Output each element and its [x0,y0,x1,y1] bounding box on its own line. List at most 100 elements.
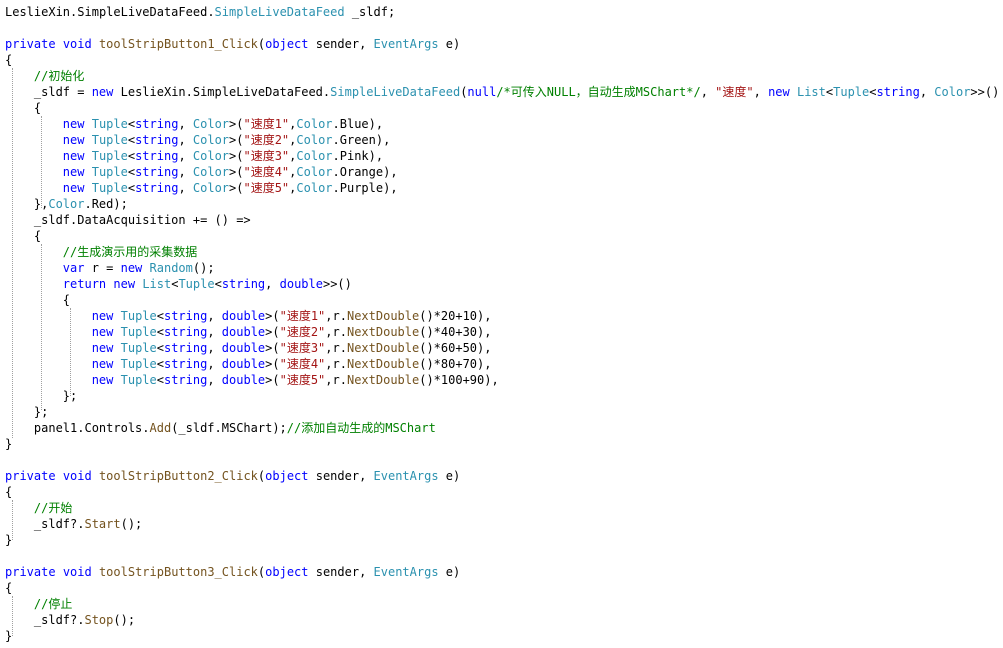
code-token: new [120,261,143,275]
code-token: ()*100+90), [419,373,499,387]
code-line[interactable]: private void toolStripButton2_Click(obje… [5,468,999,484]
code-token: { [5,101,42,115]
code-line[interactable]: new Tuple<string, Color>("速度5",Color.Pur… [5,180,999,196]
code-line[interactable]: new Tuple<string, double>("速度5",r.NextDo… [5,372,999,388]
code-token: >>() [970,85,1000,99]
code-token: new [62,165,85,179]
code-token: < [214,277,222,291]
code-line[interactable]: //初始化 [5,68,999,84]
code-token: Color [296,117,333,131]
code-line[interactable]: new Tuple<string, Color>("速度3",Color.Pin… [5,148,999,164]
code-token: >( [229,149,244,163]
code-line[interactable]: }; [5,388,999,404]
code-token: "速度5" [279,373,326,387]
code-line[interactable]: }; [5,404,999,420]
code-line[interactable] [5,452,999,468]
code-token: string [135,181,179,195]
code-line[interactable]: { [5,580,999,596]
code-line[interactable]: },Color.Red); [5,196,999,212]
code-line[interactable]: //生成演示用的采集数据 [5,244,999,260]
code-line[interactable]: _sldf?.Start(); [5,516,999,532]
code-line[interactable]: { [5,100,999,116]
code-token: e) [438,469,461,483]
code-token: Start [84,517,121,531]
code-token: , [178,149,193,163]
code-line[interactable]: { [5,52,999,68]
code-line[interactable]: //开始 [5,500,999,516]
code-line[interactable]: _sldf = new LeslieXin.SimpleLiveDataFeed… [5,84,999,100]
code-line[interactable]: } [5,436,999,452]
code-line[interactable]: LeslieXin.SimpleLiveDataFeed.SimpleLiveD… [5,4,999,20]
code-token: NextDouble [346,373,420,387]
code-line[interactable]: new Tuple<string, Color>("速度4",Color.Ora… [5,164,999,180]
code-token: Color [192,117,230,131]
code-token: Tuple [91,181,128,195]
code-line[interactable]: } [5,532,999,548]
code-token: .Orange), [332,165,398,179]
code-token: (_sldf.MSChart); [171,421,287,435]
code-token: < [127,133,136,147]
code-line[interactable]: new Tuple<string, double>("速度1",r.NextDo… [5,308,999,324]
code-line[interactable]: return new List<Tuple<string, double>>() [5,276,999,292]
code-line[interactable]: { [5,292,999,308]
code-line[interactable]: var r = new Random(); [5,260,999,276]
code-token: string [163,309,208,323]
code-line[interactable]: _sldf.DataAcquisition += () => [5,212,999,228]
code-token: Random [149,261,193,275]
code-token: >>() [322,277,352,291]
code-line[interactable]: new Tuple<string, double>("速度2",r.NextDo… [5,324,999,340]
code-token: private [5,469,56,483]
code-line[interactable]: private void toolStripButton3_Click(obje… [5,564,999,580]
code-token: < [156,373,164,387]
code-token: , [753,85,769,99]
code-line[interactable]: { [5,484,999,500]
code-line[interactable]: new Tuple<string, double>("速度4",r.NextDo… [5,356,999,372]
code-line[interactable]: { [5,228,999,244]
code-line[interactable]: panel1.Controls.Add(_sldf.MSChart);//添加自… [5,420,999,436]
code-line[interactable]: private void toolStripButton1_Click(obje… [5,36,999,52]
code-token: Color [296,149,333,163]
code-token: , [207,341,222,355]
code-token: double [279,277,323,291]
code-token: .Pink), [332,149,384,163]
code-token: string [163,325,208,339]
code-line[interactable]: _sldf?.Stop(); [5,612,999,628]
code-token: _sldf = [5,85,92,99]
code-line[interactable]: //停止 [5,596,999,612]
code-editor[interactable]: LeslieXin.SimpleLiveDataFeed.SimpleLiveD… [0,0,1003,648]
code-token: ()*20+10), [419,309,492,323]
code-token: string [221,277,266,291]
code-line[interactable] [5,548,999,564]
code-token: NextDouble [346,309,420,323]
code-token: Tuple [120,309,157,323]
code-token: _sldf; [344,5,396,19]
code-token: { [5,293,71,307]
code-line[interactable]: new Tuple<string, double>("速度3",r.NextDo… [5,340,999,356]
code-line[interactable] [5,20,999,36]
code-token: object [265,37,309,51]
code-token: ()*40+30), [419,325,492,339]
code-token: object [265,565,309,579]
code-text[interactable]: LeslieXin.SimpleLiveDataFeed.SimpleLiveD… [5,4,999,644]
code-token: _sldf.DataAcquisition += () => [5,213,251,227]
code-line[interactable]: } [5,628,999,644]
code-token: string [876,85,920,99]
code-line[interactable]: new Tuple<string, Color>("速度1",Color.Blu… [5,116,999,132]
code-token: , [178,117,193,131]
code-token: < [156,341,164,355]
code-token: var [62,261,85,275]
code-token: LeslieXin [5,5,71,19]
code-token: "速度3" [243,149,290,163]
code-line[interactable]: new Tuple<string, Color>("速度2",Color.Gre… [5,132,999,148]
code-token: .Red); [84,197,128,211]
code-token: private [5,565,56,579]
